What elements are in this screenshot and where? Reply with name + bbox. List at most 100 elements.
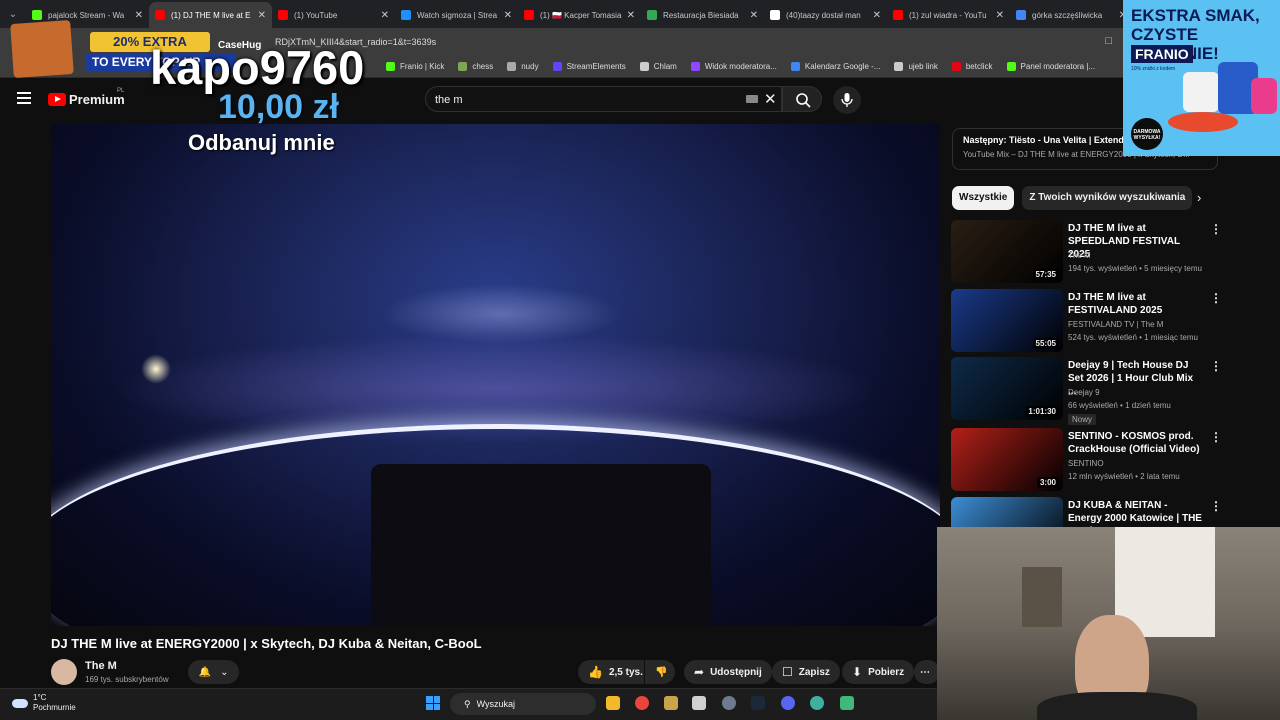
youtube-premium-logo[interactable]: Premium PL: [48, 88, 125, 107]
bookmark-item[interactable]: betclick: [951, 61, 993, 71]
chip-all[interactable]: Wszystkie: [952, 186, 1015, 210]
keyboard-icon[interactable]: [746, 95, 758, 103]
channel-name[interactable]: The M: [85, 660, 117, 672]
browser-tab[interactable]: Restauracja Biesiada ✕: [641, 2, 764, 28]
weather-condition: Pochmurnie: [33, 703, 76, 712]
tab-title: górka szczęśliwicka: [1032, 10, 1103, 20]
bookmark-item[interactable]: StreamElements: [552, 61, 626, 71]
video-player[interactable]: [51, 124, 940, 626]
close-tab-icon[interactable]: ✕: [381, 10, 389, 21]
bookmark-item[interactable]: Panel moderatora |...: [1006, 61, 1095, 71]
settings-icon[interactable]: [722, 696, 736, 710]
stage-light: [381, 284, 621, 344]
tab-favicon-icon: [524, 10, 534, 20]
chrome-icon[interactable]: [635, 696, 649, 710]
video-channel[interactable]: Deejay 9: [1068, 388, 1100, 397]
bookmark-item[interactable]: ujeb link: [894, 61, 938, 71]
video-channel[interactable]: FESTIVALAND TV | The M: [1068, 320, 1163, 329]
close-tab-icon[interactable]: ✕: [750, 10, 758, 21]
close-tab-icon[interactable]: ✕: [627, 10, 635, 21]
video-stats: 12 mln wyświetleń • 2 lata temu: [1068, 472, 1180, 481]
chevron-right-icon[interactable]: ›: [1197, 190, 1201, 205]
cast-icon[interactable]: □: [1105, 35, 1112, 47]
discord-icon[interactable]: [781, 696, 795, 710]
product-cup: [1251, 78, 1277, 114]
app-icon[interactable]: [692, 696, 706, 710]
recommendation-item[interactable]: 1:01:30 Deejay 9 | Tech House DJ Set 2026…: [951, 357, 1222, 425]
video-channel[interactable]: The M: [1068, 251, 1091, 260]
clear-search-icon[interactable]: ✕: [764, 90, 777, 108]
donation-amount: 10,00 zł: [218, 88, 339, 126]
bell-icon: 🔔: [198, 666, 211, 678]
more-options-icon[interactable]: ⋮: [1210, 430, 1222, 444]
webcam-overlay: [937, 527, 1280, 720]
steam-icon[interactable]: [751, 696, 765, 710]
close-tab-icon[interactable]: ✕: [258, 10, 266, 21]
dislike-button[interactable]: 👎: [645, 660, 675, 684]
recommendation-item[interactable]: 3:00 SENTINO - KOSMOS prod. CrackHouse (O…: [951, 428, 1222, 492]
bookmark-label: Kalendarz Google -...: [804, 61, 881, 71]
menu-icon[interactable]: [17, 92, 31, 104]
video-thumbnail[interactable]: 57:35: [951, 220, 1063, 283]
windows-start-icon[interactable]: [426, 696, 440, 710]
browser-tab[interactable]: (1) zul wiadra - YouTu ✕: [887, 2, 1010, 28]
donation-message: Odbanuj mnie: [188, 130, 335, 155]
more-options-icon[interactable]: ⋮: [1210, 222, 1222, 236]
chip-search-results[interactable]: Z Twoich wyników wyszukiwania: [1022, 186, 1193, 210]
browser-tab[interactable]: (40)taazy dostał man ✕: [764, 2, 887, 28]
bookmark-item[interactable]: nudy: [507, 61, 539, 71]
stage-light: [141, 354, 171, 384]
logo-text: Premium: [69, 92, 125, 107]
search-button[interactable]: [782, 86, 822, 112]
browser-tab[interactable]: (1) 🇵🇱 Kacper Tomasia ✕: [518, 2, 641, 28]
notepad-icon[interactable]: [840, 696, 854, 710]
save-button[interactable]: ☐ Zapisz: [772, 660, 840, 684]
video-age: 1 dzień temu: [1125, 401, 1171, 410]
webcam-lamp: [1022, 567, 1062, 627]
share-button[interactable]: ➦ Udostępnij: [684, 660, 772, 684]
notifications-button[interactable]: 🔔 ⌄: [188, 660, 239, 684]
temperature: 1°C: [33, 693, 47, 702]
browser-tab[interactable]: (1) YouTube ✕: [272, 2, 395, 28]
video-age: 2 lata temu: [1140, 472, 1180, 481]
app-icon[interactable]: [664, 696, 678, 710]
weather-widget[interactable]: 1°C Pochmurnie: [12, 693, 76, 713]
search-input[interactable]: the m ✕: [425, 86, 782, 112]
more-options-icon[interactable]: ⋮: [1210, 291, 1222, 305]
taskbar-search-placeholder: Wyszukaj: [476, 699, 516, 709]
video-channel[interactable]: SENTINO: [1068, 459, 1104, 468]
video-title[interactable]: SENTINO - KOSMOS prod. CrackHouse (Offic…: [1068, 430, 1203, 456]
video-thumbnail[interactable]: 3:00: [951, 428, 1063, 491]
bookmark-favicon-icon: [552, 61, 562, 71]
video-thumbnail[interactable]: 55:05: [951, 289, 1063, 352]
close-tab-icon[interactable]: ✕: [996, 10, 1004, 21]
like-button[interactable]: 👍 2,5 tys.: [578, 660, 644, 684]
voice-search-button[interactable]: [833, 86, 861, 114]
video-title[interactable]: DJ THE M live at FESTIVALAND 2025: [1068, 291, 1203, 317]
video-thumbnail[interactable]: 1:01:30: [951, 357, 1063, 420]
bookmark-item[interactable]: chess: [458, 61, 493, 71]
taskbar-search[interactable]: ⚲ Wyszukaj: [450, 693, 596, 715]
close-tab-icon[interactable]: ✕: [873, 10, 881, 21]
more-options-icon[interactable]: ⋮: [1210, 359, 1222, 373]
close-tab-icon[interactable]: ✕: [135, 10, 143, 21]
recommendation-item[interactable]: 57:35 DJ THE M live at SPEEDLAND FESTIVAL…: [951, 220, 1222, 284]
more-options-icon[interactable]: ⋮: [1210, 499, 1222, 513]
bookmark-favicon-icon: [951, 61, 961, 71]
globe-icon[interactable]: [810, 696, 824, 710]
browser-tab[interactable]: górka szczęśliwicka✕: [1010, 2, 1133, 28]
bookmark-item[interactable]: Chlam: [639, 61, 677, 71]
bookmark-item[interactable]: Franio | Kick: [386, 61, 444, 71]
channel-avatar[interactable]: [51, 659, 77, 685]
share-label: Udostępnij: [710, 666, 762, 678]
close-tab-icon[interactable]: ✕: [504, 10, 512, 21]
recommendation-item[interactable]: 55:05 DJ THE M live at FESTIVALAND 2025 FE…: [951, 289, 1222, 353]
tab-title: Restauracja Biesiada: [663, 10, 739, 20]
download-label: Pobierz: [868, 666, 905, 678]
download-button[interactable]: ⬇ Pobierz: [842, 660, 915, 684]
browser-tab[interactable]: Watch sigmoza | Strea ✕: [395, 2, 518, 28]
new-badge: Nowy: [1068, 414, 1097, 425]
file-explorer-icon[interactable]: [606, 696, 620, 710]
bookmark-item[interactable]: Widok moderatora...: [690, 61, 777, 71]
bookmark-item[interactable]: Kalendarz Google -...: [790, 61, 881, 71]
